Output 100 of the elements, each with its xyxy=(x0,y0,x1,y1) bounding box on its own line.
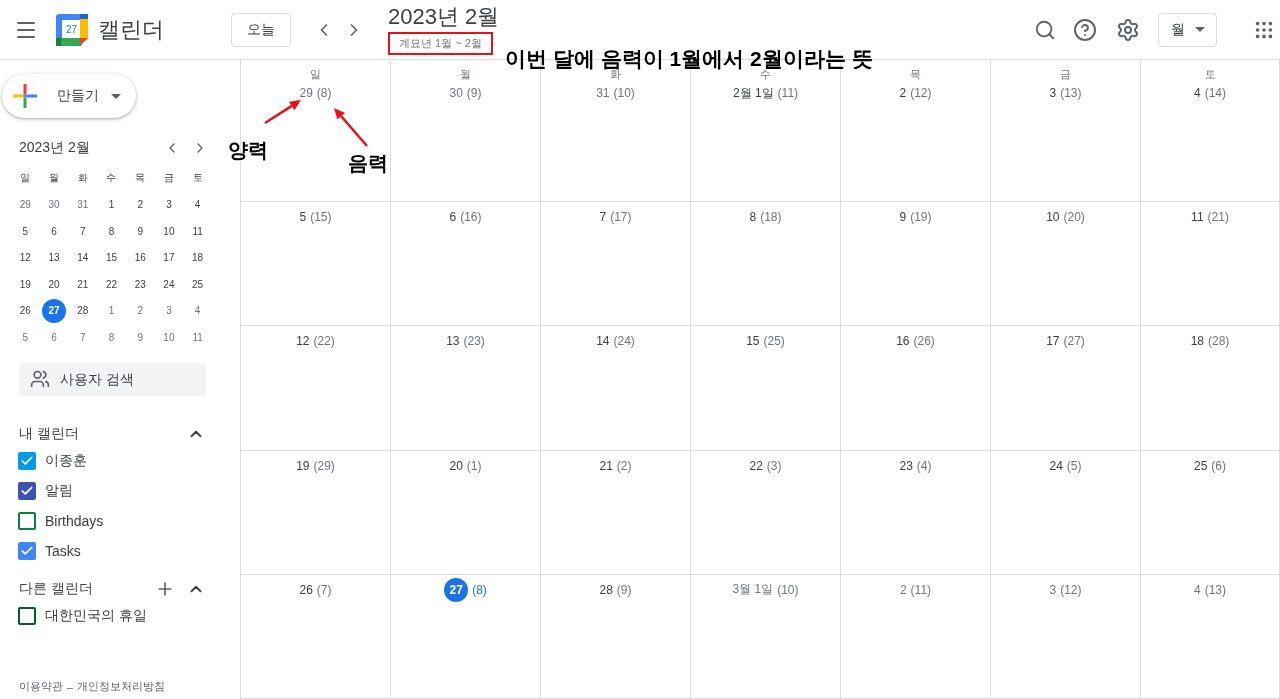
calendar-checkbox[interactable] xyxy=(18,451,36,470)
mini-calendar-day[interactable]: 12 xyxy=(13,245,38,270)
mini-calendar-day[interactable]: 17 xyxy=(156,245,181,270)
date-number[interactable]: 4 xyxy=(1194,86,1201,100)
date-number[interactable]: 7 xyxy=(599,210,607,224)
mini-calendar-day[interactable]: 15 xyxy=(99,245,124,270)
date-number[interactable]: 20 xyxy=(449,458,463,473)
mini-calendar-day[interactable]: 29 xyxy=(13,192,38,217)
date-number[interactable]: 12 xyxy=(296,334,310,349)
mini-calendar-day[interactable]: 23 xyxy=(128,272,153,297)
mini-calendar-day[interactable]: 5 xyxy=(13,219,38,244)
calendar-checkbox[interactable] xyxy=(18,481,36,500)
calendar-checkbox[interactable] xyxy=(18,511,36,530)
mini-calendar-day[interactable]: 28 xyxy=(70,298,95,323)
date-number[interactable]: 31 xyxy=(596,86,610,100)
mini-calendar-day[interactable]: 21 xyxy=(70,272,95,297)
date-number[interactable]: 4 xyxy=(1194,582,1201,597)
date-number[interactable]: 30 xyxy=(449,86,463,100)
mini-calendar-day[interactable]: 16 xyxy=(128,245,153,270)
lunar-date: (10) xyxy=(777,582,799,597)
mini-calendar-day[interactable]: 1 xyxy=(99,192,124,217)
mini-calendar-day[interactable]: 5 xyxy=(13,325,38,350)
date-number[interactable]: 2 xyxy=(899,582,907,597)
date-number[interactable]: 18 xyxy=(1190,334,1204,349)
mini-calendar-day[interactable]: 25 xyxy=(185,272,210,297)
mini-calendar-day[interactable]: 1 xyxy=(99,298,124,323)
mini-calendar-day[interactable]: 31 xyxy=(70,192,95,217)
people-search-field[interactable]: 사용자 검색 xyxy=(19,362,206,396)
date-number[interactable]: 16 xyxy=(896,334,910,349)
date-number[interactable]: 2 xyxy=(899,86,907,100)
date-number[interactable]: 25 xyxy=(1194,458,1208,473)
mini-calendar-day[interactable]: 24 xyxy=(156,272,181,297)
date-number[interactable]: 27 xyxy=(444,577,469,602)
mini-calendar-day[interactable]: 4 xyxy=(185,298,210,323)
caret-icon xyxy=(1194,27,1205,32)
view-select-button[interactable]: 월 xyxy=(1158,12,1217,47)
lunar-date: (25) xyxy=(763,334,785,349)
date-number[interactable]: 19 xyxy=(296,458,310,473)
mini-calendar-day[interactable]: 11 xyxy=(185,325,210,350)
mini-calendar-day[interactable]: 6 xyxy=(42,325,67,350)
date-number[interactable]: 29 xyxy=(299,86,313,100)
mini-calendar-day[interactable]: 2 xyxy=(128,298,153,323)
date-number[interactable]: 15 xyxy=(746,334,760,349)
mini-calendar-day[interactable]: 9 xyxy=(128,219,153,244)
footer-link[interactable]: 이용약관 xyxy=(19,679,63,694)
date-number[interactable]: 10 xyxy=(1046,210,1060,224)
date-number[interactable]: 11 xyxy=(1191,210,1204,224)
mini-calendar-day[interactable]: 3 xyxy=(156,298,181,323)
mini-calendar-day[interactable]: 8 xyxy=(99,219,124,244)
calendar-checkbox[interactable] xyxy=(18,541,36,560)
date-number[interactable]: 5 xyxy=(299,210,307,224)
calendar-checkbox[interactable] xyxy=(18,606,36,625)
date-number[interactable]: 13 xyxy=(446,334,460,349)
calendar-group-title: 내 캘린더 xyxy=(19,424,79,443)
mini-calendar-day[interactable]: 27 xyxy=(42,298,67,323)
mini-calendar-day[interactable]: 11 xyxy=(185,219,210,244)
date-number[interactable]: 2월 1일 xyxy=(732,84,774,102)
date-number[interactable]: 17 xyxy=(1046,334,1060,349)
date-number[interactable]: 28 xyxy=(599,582,613,597)
date-number[interactable]: 6 xyxy=(449,210,457,224)
date-number[interactable]: 14 xyxy=(596,334,610,349)
annotation-arrow xyxy=(263,97,303,125)
mini-calendar-day[interactable]: 30 xyxy=(42,192,67,217)
lunar-date: (7) xyxy=(316,582,332,597)
lunar-date: (5) xyxy=(1066,458,1082,473)
date-number[interactable]: 26 xyxy=(299,582,313,597)
date-number[interactable]: 9 xyxy=(899,210,907,224)
mini-calendar-day[interactable]: 10 xyxy=(156,325,181,350)
mini-calendar-day[interactable]: 18 xyxy=(185,245,210,270)
mini-weekday-label: 금 xyxy=(162,171,175,186)
mini-calendar-day[interactable]: 13 xyxy=(42,245,67,270)
date-number[interactable]: 23 xyxy=(899,458,913,473)
date-number[interactable]: 22 xyxy=(749,458,763,473)
mini-calendar-day[interactable]: 10 xyxy=(156,219,181,244)
mini-calendar-day[interactable]: 9 xyxy=(128,325,153,350)
today-button[interactable]: 오늘 xyxy=(231,12,291,47)
date-number[interactable]: 24 xyxy=(1049,458,1063,473)
mini-calendar-day[interactable]: 26 xyxy=(13,298,38,323)
mini-calendar-day[interactable]: 14 xyxy=(70,245,95,270)
mini-calendar-day[interactable]: 22 xyxy=(99,272,124,297)
footer-link[interactable]: 개인정보처리방침 xyxy=(77,679,166,694)
mini-calendar-day[interactable]: 20 xyxy=(42,272,67,297)
mini-calendar-day[interactable]: 2 xyxy=(128,192,153,217)
mini-calendar-day[interactable]: 3 xyxy=(156,192,181,217)
date-number[interactable]: 21 xyxy=(599,458,613,473)
lunar-date: (12) xyxy=(1060,582,1082,597)
lunar-date: (23) xyxy=(463,334,485,349)
date-number[interactable]: 3 xyxy=(1049,582,1057,597)
mini-calendar-day[interactable]: 4 xyxy=(185,192,210,217)
mini-calendar-day[interactable]: 8 xyxy=(99,325,124,350)
mini-calendar-day[interactable]: 7 xyxy=(70,325,95,350)
mini-calendar-day[interactable]: 19 xyxy=(13,272,38,297)
mini-calendar-day[interactable]: 7 xyxy=(70,219,95,244)
date-number[interactable]: 3 xyxy=(1049,86,1057,100)
date-number[interactable]: 8 xyxy=(749,210,757,224)
lunar-date: (11) xyxy=(910,582,932,597)
create-button[interactable]: 만들기 xyxy=(2,74,136,118)
calendar-logo-icon xyxy=(56,13,88,46)
mini-calendar-day[interactable]: 6 xyxy=(42,219,67,244)
date-number[interactable]: 3월 1일 xyxy=(732,581,774,599)
